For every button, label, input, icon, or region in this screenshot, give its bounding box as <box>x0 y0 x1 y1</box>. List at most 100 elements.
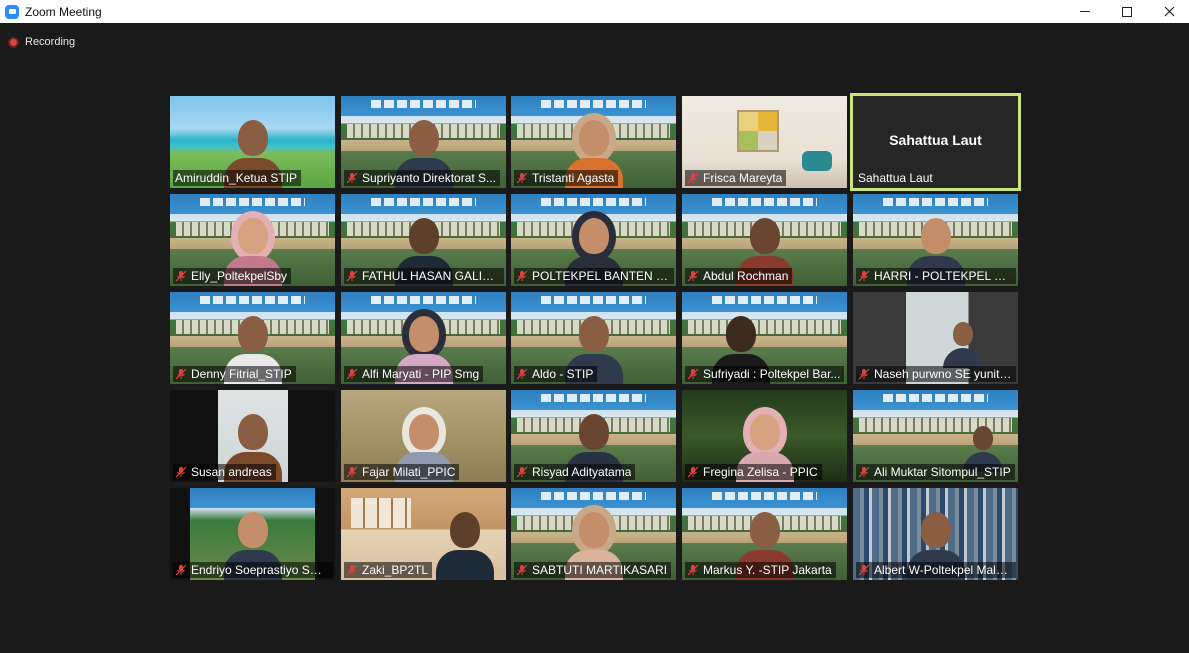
participant-tile[interactable]: Risyad Adityatama <box>511 390 676 482</box>
minimize-icon <box>1080 11 1090 12</box>
muted-mic-icon <box>346 172 358 184</box>
participant-name-bar: Markus Y. -STIP Jakarta <box>685 562 836 578</box>
participant-tile[interactable]: POLTEKPEL BANTEN _ A... <box>511 194 676 286</box>
muted-mic-icon <box>175 564 187 576</box>
participant-name-bar: Albert W-Poltekpel Mala... <box>856 562 1016 578</box>
muted-mic-icon <box>687 466 699 478</box>
minimize-button[interactable] <box>1064 0 1106 23</box>
muted-mic-icon <box>858 466 870 478</box>
participant-name: Denny Fitrial_STIP <box>191 367 292 381</box>
participant-name: Ali Muktar Sitompul_STIP <box>874 465 1011 479</box>
participant-name: FATHUL HASAN GALIB - ... <box>362 269 500 283</box>
participant-name: Fajar Milati_PPIC <box>362 465 456 479</box>
participant-tile[interactable]: Amiruddin_Ketua STIP <box>170 96 335 188</box>
muted-mic-icon <box>346 564 358 576</box>
gallery-view: Amiruddin_Ketua STIP Supriyanto Direktor… <box>170 93 1021 584</box>
participant-tile[interactable]: Endriyo Soeprastiyo STTD <box>170 488 335 580</box>
muted-mic-icon <box>516 172 528 184</box>
participant-tile[interactable]: Aldo - STIP <box>511 292 676 384</box>
participant-display-name: Sahattua Laut <box>889 132 982 148</box>
participant-name: Abdul Rochman <box>703 269 789 283</box>
participant-name-bar: Zaki_BP2TL <box>344 562 433 578</box>
participant-tile[interactable]: Markus Y. -STIP Jakarta <box>682 488 847 580</box>
participant-video <box>436 510 494 580</box>
participant-tile[interactable]: Fregina Zelisa - PPIC <box>682 390 847 482</box>
participant-tile-active-speaker[interactable]: Sahattua Laut Sahattua Laut <box>850 93 1021 191</box>
participant-video <box>943 320 983 368</box>
participant-name-bar: Elly_PoltekpelSby <box>173 268 292 284</box>
participant-name-bar: Tristanti Agasta <box>514 170 619 186</box>
participant-name: Elly_PoltekpelSby <box>191 269 288 283</box>
participant-name: Sahattua Laut <box>858 171 933 185</box>
participant-name: Tristanti Agasta <box>532 171 615 185</box>
muted-mic-icon <box>687 270 699 282</box>
participant-name-bar: Denny Fitrial_STIP <box>173 366 296 382</box>
participant-tile[interactable]: SABTUTI MARTIKASARI <box>511 488 676 580</box>
participant-tile[interactable]: Denny Fitrial_STIP <box>170 292 335 384</box>
participant-tile[interactable]: Sufriyadi : Poltekpel Bar... <box>682 292 847 384</box>
participant-name-bar: POLTEKPEL BANTEN _ A... <box>514 268 674 284</box>
muted-mic-icon <box>346 270 358 282</box>
participant-name: POLTEKPEL BANTEN _ A... <box>532 269 670 283</box>
muted-mic-icon <box>687 368 699 380</box>
participant-name-bar: FATHUL HASAN GALIB - ... <box>344 268 504 284</box>
participant-name-bar: Fregina Zelisa - PPIC <box>685 464 822 480</box>
participant-tile[interactable]: HARRI - POLTEKPEL BAN... <box>853 194 1018 286</box>
participant-tile[interactable]: Susan andreas <box>170 390 335 482</box>
participant-name: SABTUTI MARTIKASARI <box>532 563 668 577</box>
participant-name: Albert W-Poltekpel Mala... <box>874 563 1012 577</box>
participant-name: Aldo - STIP <box>532 367 594 381</box>
muted-mic-icon <box>858 368 870 380</box>
participant-name: HARRI - POLTEKPEL BAN... <box>874 269 1012 283</box>
muted-mic-icon <box>516 564 528 576</box>
participant-name: Endriyo Soeprastiyo STTD <box>191 563 329 577</box>
participant-tile[interactable]: Naseh purwno SE yunit ... <box>853 292 1018 384</box>
close-button[interactable] <box>1148 0 1189 23</box>
participant-name-bar: Sufriyadi : Poltekpel Bar... <box>685 366 845 382</box>
participant-tile[interactable]: Tristanti Agasta <box>511 96 676 188</box>
participant-tile[interactable]: FATHUL HASAN GALIB - ... <box>341 194 506 286</box>
participant-tile[interactable]: Albert W-Poltekpel Mala... <box>853 488 1018 580</box>
participant-name: Zaki_BP2TL <box>362 563 429 577</box>
muted-mic-icon <box>175 466 187 478</box>
participant-tile[interactable]: Alfi Maryati - PIP Smg <box>341 292 506 384</box>
muted-mic-icon <box>687 172 699 184</box>
muted-mic-icon <box>346 466 358 478</box>
participant-name-bar: Fajar Milati_PPIC <box>344 464 460 480</box>
participant-name: Supriyanto Direktorat S... <box>362 171 497 185</box>
recording-label: Recording <box>25 36 76 48</box>
participant-name-bar: Abdul Rochman <box>685 268 793 284</box>
participant-name: Fregina Zelisa - PPIC <box>703 465 818 479</box>
participant-name-bar: Naseh purwno SE yunit ... <box>856 366 1016 382</box>
participant-name: Sufriyadi : Poltekpel Bar... <box>703 367 841 381</box>
participant-name-bar: Aldo - STIP <box>514 366 598 382</box>
participant-name: Naseh purwno SE yunit ... <box>874 367 1012 381</box>
participant-tile[interactable]: Supriyanto Direktorat S... <box>341 96 506 188</box>
muted-mic-icon <box>516 368 528 380</box>
recording-indicator[interactable]: Recording <box>8 36 75 48</box>
muted-mic-icon <box>175 270 187 282</box>
participant-name: Susan andreas <box>191 465 272 479</box>
participant-name-bar: Frisca Mareyta <box>685 170 787 186</box>
participant-name-bar: Risyad Adityatama <box>514 464 636 480</box>
participant-tile[interactable]: Ali Muktar Sitompul_STIP <box>853 390 1018 482</box>
maximize-button[interactable] <box>1106 0 1148 23</box>
participant-name-bar: Supriyanto Direktorat S... <box>344 170 501 186</box>
participant-tile[interactable]: Abdul Rochman <box>682 194 847 286</box>
muted-mic-icon <box>516 466 528 478</box>
participant-name: Markus Y. -STIP Jakarta <box>703 563 832 577</box>
participant-name: Amiruddin_Ketua STIP <box>175 171 298 185</box>
muted-mic-icon <box>516 270 528 282</box>
participant-tile[interactable]: Frisca Mareyta <box>682 96 847 188</box>
muted-mic-icon <box>687 564 699 576</box>
participant-tile[interactable]: Elly_PoltekpelSby <box>170 194 335 286</box>
muted-mic-icon <box>858 270 870 282</box>
participant-tile[interactable]: Zaki_BP2TL <box>341 488 506 580</box>
record-dot-icon <box>8 36 19 48</box>
participant-name: Risyad Adityatama <box>532 465 632 479</box>
participant-tile[interactable]: Fajar Milati_PPIC <box>341 390 506 482</box>
participant-name-bar: SABTUTI MARTIKASARI <box>514 562 672 578</box>
muted-mic-icon <box>858 564 870 576</box>
participant-name: Frisca Mareyta <box>703 171 783 185</box>
participant-name-bar: Endriyo Soeprastiyo STTD <box>173 562 333 578</box>
